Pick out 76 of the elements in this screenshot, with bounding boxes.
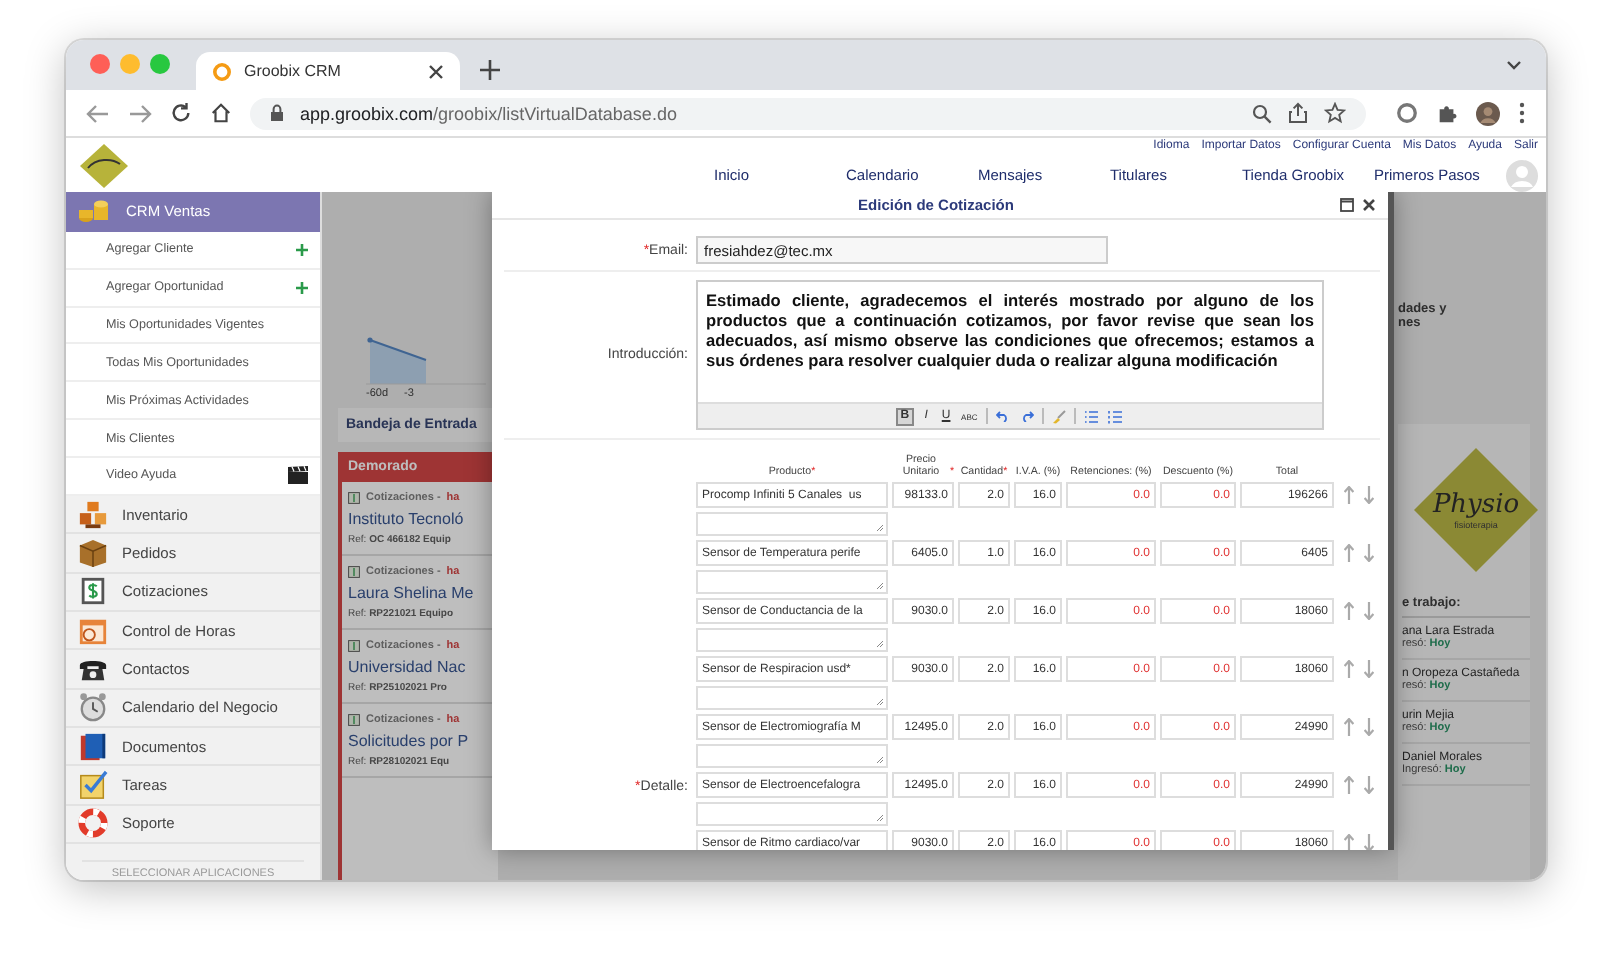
ring-icon: [212, 61, 232, 81]
resize-grip-icon[interactable]: [876, 582, 884, 590]
move-up-icon[interactable]: [1344, 544, 1354, 562]
chevron-down-icon[interactable]: [1506, 60, 1522, 72]
document-icon: [348, 492, 360, 504]
numbered-list-button[interactable]: [1105, 407, 1124, 425]
plus-icon[interactable]: [480, 60, 500, 80]
home-icon[interactable]: [210, 102, 232, 124]
move-up-icon[interactable]: [1344, 718, 1354, 736]
move-up-icon[interactable]: [1344, 776, 1354, 794]
description-field[interactable]: [696, 802, 888, 826]
close-icon[interactable]: [428, 63, 444, 79]
move-up-icon[interactable]: [1344, 660, 1354, 678]
window-controls-icon[interactable]: [90, 54, 170, 74]
move-up-icon[interactable]: [1344, 486, 1354, 504]
url-text: app.groobix.com/groobix/listVirtualDatabase.do: [300, 103, 677, 123]
menu-dots-icon[interactable]: [1518, 102, 1526, 124]
plus-icon[interactable]: [296, 281, 308, 294]
forward-arrow-icon[interactable]: [128, 103, 152, 123]
star-icon[interactable]: [1324, 102, 1346, 124]
introduction-text: Estimado cliente, agradecemos el interés mostrado por alguno de los productos que a continuación cotizamos, por favor revise que sean los adecuados, así mismo observe las condiciones que ofrecemos; estamos a sus órdenes para resolver cualquier duda o realizar alguna modificación: [704, 288, 1316, 374]
description-field[interactable]: [696, 628, 888, 652]
extension-circle-icon[interactable]: [1396, 102, 1418, 124]
move-down-icon[interactable]: [1364, 486, 1374, 504]
resize-grip-icon[interactable]: [876, 640, 884, 648]
bullet-list-button[interactable]: [1081, 407, 1100, 425]
profile-avatar-icon[interactable]: [1476, 101, 1500, 125]
document-icon: [348, 566, 360, 578]
brush-button[interactable]: [1049, 407, 1068, 425]
share-icon[interactable]: [1288, 102, 1308, 124]
move-up-icon[interactable]: [1344, 834, 1354, 850]
item-title-link[interactable]: Universidad Nac: [348, 658, 492, 676]
crate-icon: [78, 537, 108, 568]
move-down-icon[interactable]: [1364, 660, 1374, 678]
move-down-icon[interactable]: [1364, 776, 1374, 794]
clapperboard-icon[interactable]: [288, 466, 308, 485]
move-up-icon[interactable]: [1344, 602, 1354, 620]
redo-button[interactable]: [1017, 407, 1036, 425]
boxes-icon: [78, 499, 108, 530]
lifebuoy-icon: [78, 808, 108, 839]
rich-text-editor[interactable]: [696, 280, 1324, 430]
item-title-link[interactable]: Solicitudes por P: [348, 732, 492, 750]
item-title-link[interactable]: Laura Shelina Me: [348, 584, 492, 602]
puzzle-icon[interactable]: [1436, 102, 1458, 124]
logo-icon[interactable]: [78, 141, 130, 189]
close-icon[interactable]: [1362, 197, 1376, 211]
move-down-icon[interactable]: [1364, 834, 1374, 850]
zoom-icon[interactable]: [1252, 103, 1272, 123]
description-field[interactable]: [696, 744, 888, 768]
undo-button[interactable]: [993, 407, 1012, 425]
calendar-clock-icon: [78, 615, 108, 646]
description-field[interactable]: [696, 570, 888, 594]
resize-grip-icon[interactable]: [876, 698, 884, 706]
browser-tab[interactable]: Groobix CRM: [196, 52, 460, 90]
resize-grip-icon[interactable]: [876, 814, 884, 822]
book-icon: [78, 731, 108, 762]
description-field[interactable]: [696, 686, 888, 710]
checklist-icon: [78, 770, 108, 801]
plus-icon[interactable]: [296, 243, 308, 256]
back-arrow-icon[interactable]: [86, 103, 110, 123]
alarm-clock-icon: [78, 692, 108, 723]
resize-grip-icon[interactable]: [876, 524, 884, 532]
document-icon: [348, 714, 360, 726]
lock-icon: [270, 104, 284, 122]
reload-icon[interactable]: [170, 102, 192, 124]
document-icon: [348, 640, 360, 652]
dollar-document-icon: [78, 576, 108, 607]
item-title-link[interactable]: Instituto Tecnoló: [348, 510, 492, 528]
maximize-icon[interactable]: [1340, 197, 1354, 211]
coins-icon: [78, 198, 110, 225]
move-down-icon[interactable]: [1364, 602, 1374, 620]
move-down-icon[interactable]: [1364, 718, 1374, 736]
description-field[interactable]: [696, 512, 888, 536]
move-down-icon[interactable]: [1364, 544, 1374, 562]
address-bar[interactable]: app.groobix.com/groobix/listVirtualDatabase.do: [250, 97, 1366, 129]
resize-grip-icon[interactable]: [876, 756, 884, 764]
